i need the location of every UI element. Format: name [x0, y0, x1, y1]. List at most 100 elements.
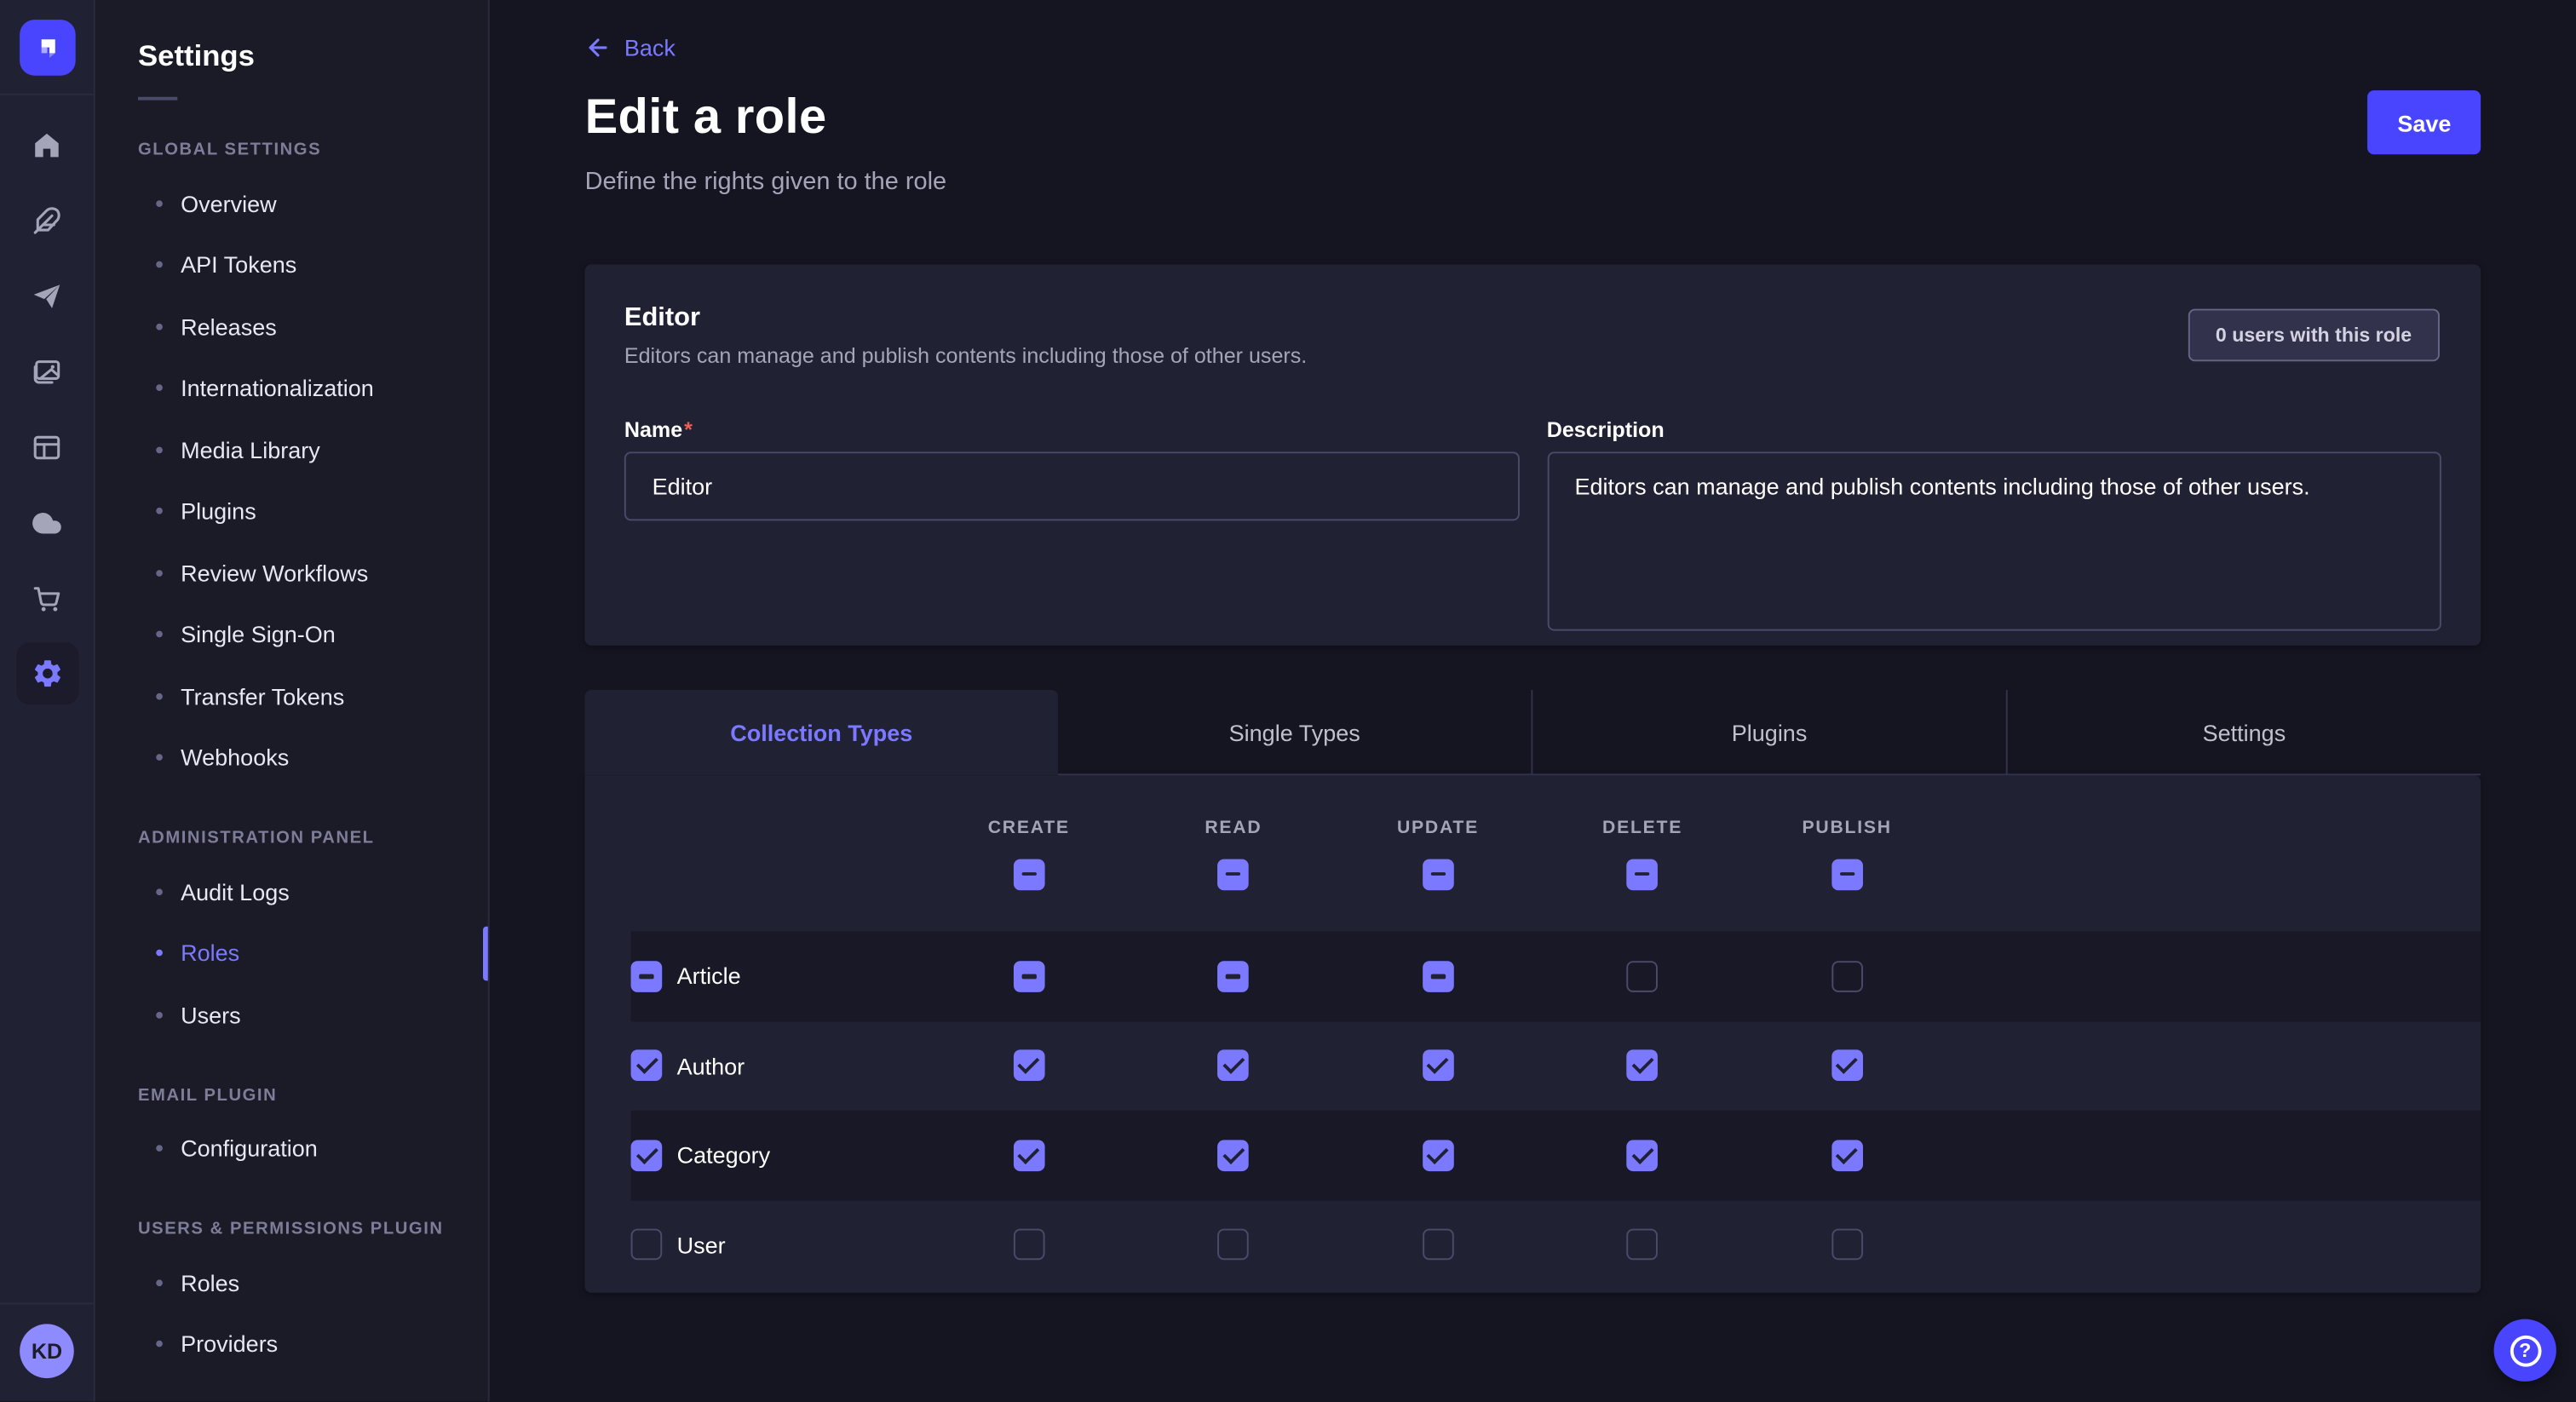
checkbox-category-row[interactable]	[631, 1140, 663, 1171]
row-label: User	[677, 1232, 726, 1258]
checkbox-author-publish[interactable]	[1831, 1050, 1863, 1082]
user-avatar[interactable]: KD	[20, 1324, 74, 1379]
sidebar-item-api-tokens[interactable]: API Tokens	[95, 234, 488, 296]
checkbox-article-publish[interactable]	[1831, 961, 1863, 992]
checkbox-category-create[interactable]	[1013, 1140, 1044, 1171]
description-field-group: Description Editors can manage and publi…	[1547, 417, 2441, 639]
users-with-role-badge[interactable]: 0 users with this role	[2188, 309, 2440, 362]
sidebar-item-review-workflows[interactable]: Review Workflows	[95, 542, 488, 603]
sidebar-item-media-library[interactable]: Media Library	[95, 419, 488, 480]
tab-plugins[interactable]: Plugins	[1531, 690, 2005, 775]
checkbox-category-read[interactable]	[1218, 1140, 1250, 1171]
section-label: GLOBAL SETTINGS	[95, 126, 488, 172]
sidebar-item-label: Review Workflows	[181, 560, 368, 586]
media-library-icon[interactable]	[31, 355, 64, 388]
section-label: USERS & PERMISSIONS PLUGIN	[95, 1206, 488, 1252]
checkbox-article-update[interactable]	[1423, 961, 1454, 992]
checkbox-category-delete[interactable]	[1627, 1140, 1659, 1171]
app-window: KD Settings GLOBAL SETTINGS Overview API…	[0, 0, 2576, 1402]
table-row-article: Article	[631, 931, 2481, 1020]
checkbox-user-row[interactable]	[631, 1229, 663, 1261]
section-label: EMAIL PLUGIN	[95, 1072, 488, 1118]
checkbox-user-delete[interactable]	[1627, 1229, 1659, 1261]
checkbox-author-read[interactable]	[1218, 1050, 1250, 1082]
cloud-icon[interactable]	[31, 506, 64, 539]
tab-settings[interactable]: Settings	[2006, 690, 2481, 775]
role-details-card: Editor Editors can manage and publish co…	[585, 264, 2481, 645]
description-label: Description	[1547, 417, 2441, 442]
sidebar-item-transfer-tokens[interactable]: Transfer Tokens	[95, 665, 488, 727]
checkbox-article-row[interactable]	[631, 961, 663, 992]
tab-single-types[interactable]: Single Types	[1058, 690, 1531, 775]
marketplace-cart-icon[interactable]	[31, 582, 64, 615]
sidebar-item-roles-active[interactable]: Roles	[95, 922, 488, 984]
checkbox-all-publish[interactable]	[1831, 859, 1863, 890]
column-update: UPDATE	[1336, 817, 1540, 889]
row-label: Article	[677, 963, 741, 990]
name-input[interactable]	[624, 451, 1519, 520]
checkbox-author-delete[interactable]	[1627, 1050, 1659, 1082]
paper-plane-icon[interactable]	[31, 279, 64, 313]
description-textarea[interactable]: Editors can manage and publish contents …	[1547, 451, 2441, 630]
checkbox-user-create[interactable]	[1013, 1229, 1044, 1261]
sidebar-item-configuration[interactable]: Configuration	[95, 1118, 488, 1179]
section-label: ADMINISTRATION PANEL	[95, 815, 488, 861]
sidebar-item-overview[interactable]: Overview	[95, 172, 488, 233]
feather-icon[interactable]	[31, 204, 64, 237]
checkbox-author-update[interactable]	[1423, 1050, 1454, 1082]
icon-rail: KD	[0, 0, 95, 1402]
tab-collection-types[interactable]: Collection Types	[585, 690, 1058, 775]
bullet-icon	[156, 446, 163, 453]
back-link[interactable]: Back	[585, 34, 676, 60]
checkbox-article-create[interactable]	[1013, 961, 1044, 992]
settings-gear-tile[interactable]	[15, 642, 78, 704]
checkbox-category-update[interactable]	[1423, 1140, 1454, 1171]
checkbox-author-row[interactable]	[631, 1050, 663, 1082]
checkbox-all-delete[interactable]	[1627, 859, 1659, 890]
name-label-text: Name	[624, 417, 682, 442]
sidebar-item-label: Roles	[181, 1269, 239, 1296]
layout-icon[interactable]	[31, 430, 64, 463]
bullet-icon	[156, 950, 163, 957]
sidebar-item-releases[interactable]: Releases	[95, 296, 488, 357]
checkbox-user-read[interactable]	[1218, 1229, 1250, 1261]
checkbox-article-delete[interactable]	[1627, 961, 1659, 992]
sidebar-item-internationalization[interactable]: Internationalization	[95, 357, 488, 418]
column-label: CREATE	[988, 817, 1070, 836]
bullet-icon	[156, 508, 163, 514]
role-card-title: Editor	[624, 304, 2441, 334]
bullet-icon	[156, 1146, 163, 1152]
checkbox-article-read[interactable]	[1218, 961, 1250, 992]
checkbox-user-update[interactable]	[1423, 1229, 1454, 1261]
section-administration-panel: ADMINISTRATION PANEL Audit Logs Roles Us…	[95, 815, 488, 1046]
sidebar-item-label: Providers	[181, 1331, 278, 1358]
back-label: Back	[624, 34, 676, 60]
sidebar-item-label: Users	[181, 1002, 241, 1028]
sidebar-item-audit-logs[interactable]: Audit Logs	[95, 861, 488, 922]
sidebar-item-up-roles[interactable]: Roles	[95, 1252, 488, 1313]
sidebar-item-single-sign-on[interactable]: Single Sign-On	[95, 604, 488, 665]
column-publish: PUBLISH	[1745, 817, 1949, 889]
checkbox-author-create[interactable]	[1013, 1050, 1044, 1082]
save-button[interactable]: Save	[2368, 90, 2481, 154]
sidebar-item-plugins[interactable]: Plugins	[95, 480, 488, 542]
back-arrow-icon	[585, 34, 612, 60]
sidebar-item-label: Internationalization	[181, 375, 374, 401]
section-email-plugin: EMAIL PLUGIN Configuration	[95, 1072, 488, 1179]
row-label: Author	[677, 1053, 745, 1079]
settings-gear-icon	[31, 657, 64, 690]
checkbox-all-update[interactable]	[1423, 859, 1454, 890]
sidebar-item-users[interactable]: Users	[95, 984, 488, 1045]
sidebar-item-up-providers[interactable]: Providers	[95, 1313, 488, 1375]
checkbox-category-publish[interactable]	[1831, 1140, 1863, 1171]
sidebar-item-label: Plugins	[181, 498, 256, 525]
checkbox-user-publish[interactable]	[1831, 1229, 1863, 1261]
checkbox-all-read[interactable]	[1218, 859, 1250, 890]
rail-icon-list	[15, 95, 78, 704]
sidebar-item-webhooks[interactable]: Webhooks	[95, 727, 488, 788]
strapi-logo-container[interactable]	[0, 0, 95, 95]
checkbox-all-create[interactable]	[1013, 859, 1044, 890]
column-label: UPDATE	[1397, 817, 1479, 836]
home-icon[interactable]	[31, 128, 64, 161]
bullet-icon	[156, 692, 163, 699]
